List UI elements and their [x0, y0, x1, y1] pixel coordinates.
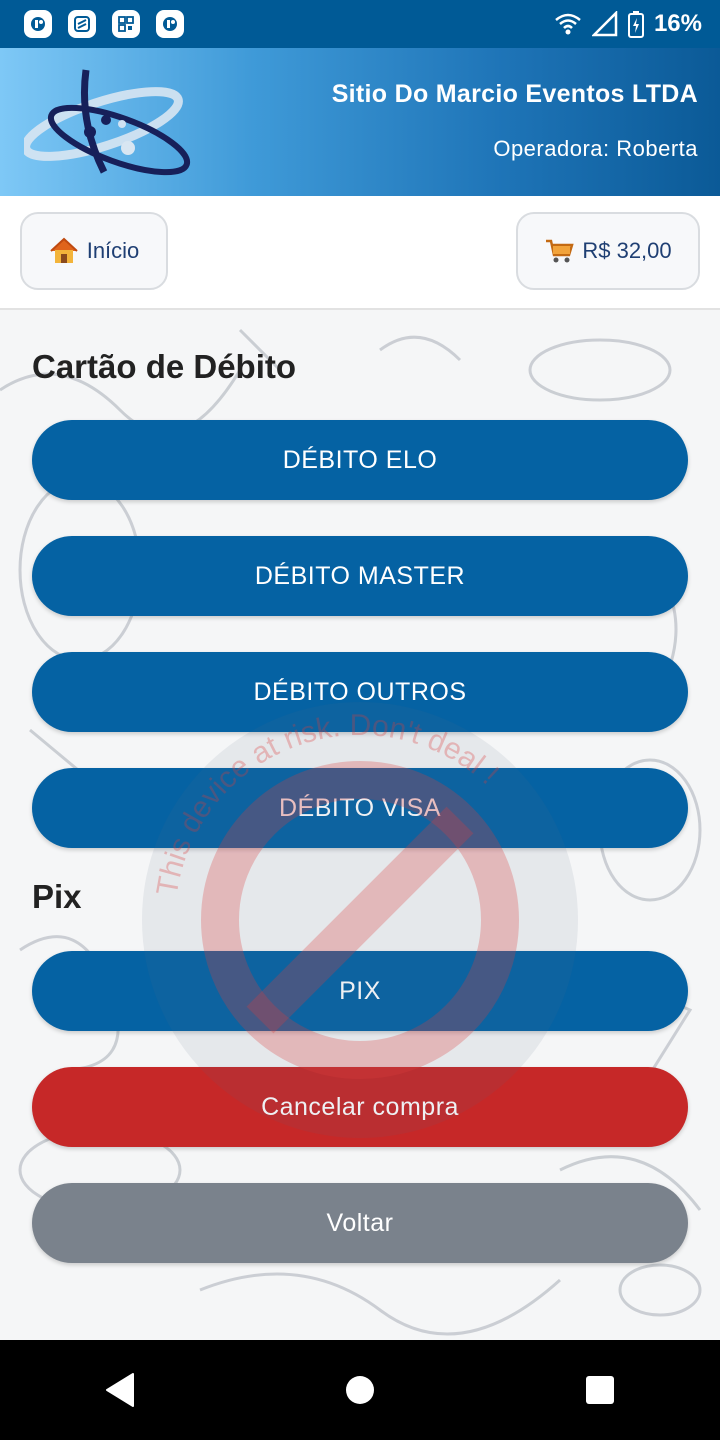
nav-home-button[interactable] — [330, 1360, 390, 1420]
battery-percentage: 16% — [653, 10, 702, 37]
house-icon — [50, 237, 78, 263]
operator-name: Operadora: Roberta — [493, 136, 698, 161]
debit-master-button[interactable]: DÉBITO MASTER — [32, 536, 688, 616]
cancel-purchase-button[interactable]: Cancelar compra — [32, 1067, 688, 1147]
payment-options: Cartão de Débito DÉBITO ELO DÉBITO MASTE… — [0, 310, 720, 1340]
battery-charging-icon — [627, 11, 644, 38]
home-label: Início — [86, 238, 140, 263]
toolbar: Início R$ 32,00 — [0, 196, 720, 310]
debit-visa-button[interactable]: DÉBITO VISA — [32, 768, 688, 848]
debit-section-title: Cartão de Débito — [32, 348, 297, 385]
status-bar: 16% — [0, 0, 720, 48]
app-notification-icon — [156, 10, 184, 38]
system-status: 16% — [554, 10, 702, 38]
notification-icons — [24, 10, 184, 38]
signal-icon — [591, 11, 618, 37]
wifi-icon — [555, 13, 581, 35]
shopping-cart-icon — [546, 239, 575, 263]
system-nav-bar — [0, 1340, 720, 1440]
back-triangle-icon — [106, 1373, 134, 1407]
recents-square-icon — [586, 1376, 614, 1404]
home-button[interactable]: Início — [20, 212, 168, 290]
pix-button[interactable]: PIX — [32, 951, 688, 1031]
app-notification-icon — [24, 10, 52, 38]
nav-recents-button[interactable] — [570, 1360, 630, 1420]
cart-button[interactable]: R$ 32,00 — [516, 212, 700, 290]
company-logo — [24, 69, 191, 176]
home-circle-icon — [346, 1376, 374, 1404]
qr-code-icon — [112, 10, 140, 38]
company-name: Sitio Do Marcio Eventos LTDA — [331, 80, 698, 108]
app-notification-icon — [68, 10, 96, 38]
nav-back-button[interactable] — [90, 1360, 150, 1420]
cart-total: R$ 32,00 — [582, 238, 672, 263]
pix-section-title: Pix — [32, 878, 82, 915]
debit-outros-button[interactable]: DÉBITO OUTROS — [32, 652, 688, 732]
debit-elo-button[interactable]: DÉBITO ELO — [32, 420, 688, 500]
app-header: Sitio Do Marcio Eventos LTDA Operadora: … — [0, 48, 720, 196]
back-button[interactable]: Voltar — [32, 1183, 688, 1263]
